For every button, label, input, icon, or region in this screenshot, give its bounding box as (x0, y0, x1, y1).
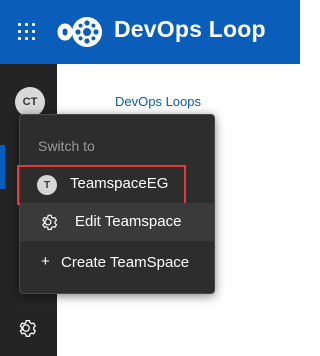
edit-teamspace-label: Edit Teamspace (75, 213, 182, 230)
sidebar-selected-indicator (0, 145, 5, 189)
app-title: DevOps Loop (114, 16, 266, 42)
edit-teamspace-menu-item[interactable]: Edit Teamspace (20, 203, 214, 241)
switch-to-heading: Switch to (38, 138, 95, 154)
create-teamspace-menu-item[interactable]: + Create TeamSpace (20, 245, 214, 281)
top-app-bar: DevOps Loop (0, 0, 300, 64)
teamspace-switcher-menu: Switch to T TeamspaceEG Edit Teamspace +… (17, 114, 215, 294)
user-avatar[interactable]: CT (15, 87, 45, 117)
devops-loop-logo (57, 17, 102, 47)
gear-icon[interactable] (15, 317, 37, 339)
devops-loops-link[interactable]: DevOps Loops (115, 94, 201, 109)
menu-item-teamspace[interactable]: T TeamspaceEG (17, 165, 214, 205)
teamspace-label: TeamspaceEG (70, 175, 169, 192)
app-grid-icon[interactable] (18, 23, 36, 41)
gear-icon (42, 214, 58, 231)
plus-icon: + (41, 253, 50, 270)
create-teamspace-label: Create TeamSpace (61, 254, 190, 271)
teamspace-avatar: T (37, 175, 57, 195)
